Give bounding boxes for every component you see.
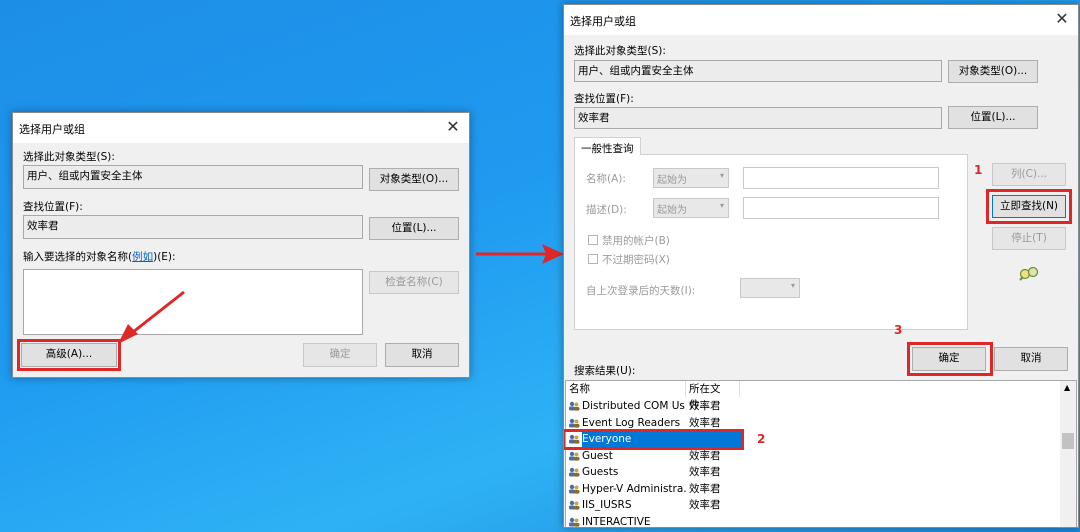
object-type-field: 用户、组或内置安全主体 — [574, 60, 942, 82]
left-dialog-title: 选择用户或组 — [19, 123, 85, 136]
row-name: Hyper-V Administra... — [582, 482, 686, 495]
location-label: 查找位置(F): — [23, 201, 83, 213]
check-names-button[interactable]: 检查名称(C) — [369, 271, 459, 294]
object-names-input[interactable] — [23, 269, 363, 335]
vertical-scrollbar[interactable]: ▲ — [1060, 381, 1076, 527]
description-condition-value: 起始为 — [657, 205, 687, 216]
row-location: 效率君 — [689, 466, 721, 478]
right-titlebar: 选择用户或组 ✕ — [564, 5, 1078, 35]
object-types-button[interactable]: 对象类型(O)... — [369, 168, 459, 191]
scroll-up-icon[interactable]: ▲ — [1064, 383, 1070, 392]
row-location: 效率君 — [689, 499, 721, 511]
row-location: 效率君 — [689, 482, 721, 495]
table-row[interactable]: INTERACTIVE — [566, 514, 1062, 528]
columns-button[interactable]: 列(C)... — [992, 163, 1066, 186]
cancel-button[interactable]: 取消 — [385, 343, 459, 367]
days-since-logon-dropdown[interactable]: ▾ — [740, 278, 800, 298]
search-results-list[interactable]: 名称 所在文件... Distributed COM Us... 效率君 Event… — [565, 380, 1077, 528]
search-results-label: 搜索结果(U): — [574, 365, 636, 377]
advanced-highlight — [17, 339, 121, 371]
user-group-icon — [569, 451, 580, 461]
left-dialog: 选择用户或组 ✕ 选择此对象类型(S): 用户、组或内置安全主体 对象类型(O)… — [12, 112, 470, 378]
chevron-down-icon: ▾ — [719, 201, 724, 210]
row-name: IIS_IUSRS — [582, 499, 632, 511]
search-icon — [1019, 266, 1039, 281]
object-types-button[interactable]: 对象类型(O)... — [948, 60, 1038, 83]
step-3-marker: 3 — [894, 323, 903, 337]
user-group-icon — [569, 418, 580, 428]
ok-highlight — [907, 342, 993, 376]
disabled-accounts-label: 禁用的帐户(B) — [602, 235, 670, 247]
location-field: 效率君 — [23, 215, 363, 239]
cancel-button[interactable]: 取消 — [994, 347, 1068, 371]
enter-names-suffix: )(E): — [153, 251, 176, 263]
row-name: INTERACTIVE — [582, 515, 651, 528]
close-icon[interactable]: ✕ — [443, 117, 463, 137]
row-name: Distributed COM Us... — [582, 400, 686, 412]
name-condition-value: 起始为 — [657, 175, 687, 186]
object-type-label: 选择此对象类型(S): — [23, 151, 115, 163]
left-titlebar: 选择用户或组 ✕ — [13, 113, 469, 143]
user-group-icon — [569, 517, 580, 527]
non-expiring-password-checkbox[interactable] — [588, 254, 598, 264]
table-row[interactable]: Guests 效率君 — [566, 464, 1062, 480]
table-row[interactable]: Distributed COM Us... 效率君 — [566, 398, 1062, 414]
column-header-name[interactable]: 名称 — [566, 381, 686, 397]
row-location: 效率君 — [689, 400, 721, 412]
table-row[interactable]: Hyper-V Administra... 效率君 — [566, 481, 1062, 497]
stop-button[interactable]: 停止(T) — [992, 227, 1066, 250]
examples-link[interactable]: 例如 — [132, 251, 153, 263]
name-input[interactable] — [743, 167, 939, 189]
column-header-location[interactable]: 所在文件... — [686, 381, 740, 411]
name-label: 名称(A): — [586, 173, 626, 185]
step-1-marker: 1 — [974, 163, 983, 177]
close-icon[interactable]: ✕ — [1052, 9, 1072, 29]
description-condition-dropdown[interactable]: 起始为 ▾ — [653, 198, 729, 218]
days-since-logon-label: 自上次登录后的天数(I): — [586, 285, 696, 297]
right-arrow-icon — [476, 244, 564, 264]
everyone-highlight — [564, 429, 744, 450]
description-label: 描述(D): — [586, 204, 627, 216]
user-group-icon — [569, 467, 580, 477]
right-dialog-title: 选择用户或组 — [570, 15, 636, 28]
object-type-label: 选择此对象类型(S): — [574, 45, 666, 57]
user-group-icon — [569, 500, 580, 510]
locations-button[interactable]: 位置(L)... — [948, 106, 1038, 129]
pointer-arrow-icon — [118, 290, 185, 344]
ok-button[interactable]: 确定 — [303, 343, 377, 367]
disabled-accounts-checkbox[interactable] — [588, 235, 598, 245]
find-now-highlight — [986, 189, 1072, 224]
table-row[interactable]: IIS_IUSRS 效率君 — [566, 497, 1062, 513]
enter-names-prefix: 输入要选择的对象名称( — [23, 251, 133, 263]
non-expiring-password-label: 不过期密码(X) — [602, 254, 670, 266]
chevron-down-icon: ▾ — [790, 281, 795, 290]
location-label: 查找位置(F): — [574, 93, 634, 105]
step-2-marker: 2 — [757, 432, 766, 446]
name-condition-dropdown[interactable]: 起始为 ▾ — [653, 168, 729, 188]
object-type-field: 用户、组或内置安全主体 — [23, 165, 363, 189]
description-input[interactable] — [743, 197, 939, 219]
locations-button[interactable]: 位置(L)... — [369, 217, 459, 240]
row-name: Guests — [582, 466, 619, 478]
enter-names-label: 输入要选择的对象名称(例如)(E): — [23, 249, 176, 264]
user-group-icon — [569, 401, 580, 411]
scroll-thumb[interactable] — [1062, 433, 1074, 449]
chevron-down-icon: ▾ — [719, 171, 724, 180]
tab-common-queries[interactable]: 一般性查询 — [574, 137, 641, 155]
user-group-icon — [569, 484, 580, 494]
right-dialog: 选择用户或组 ✕ 选择此对象类型(S): 用户、组或内置安全主体 对象类型(O)… — [563, 4, 1079, 528]
location-field: 效率君 — [574, 107, 942, 129]
